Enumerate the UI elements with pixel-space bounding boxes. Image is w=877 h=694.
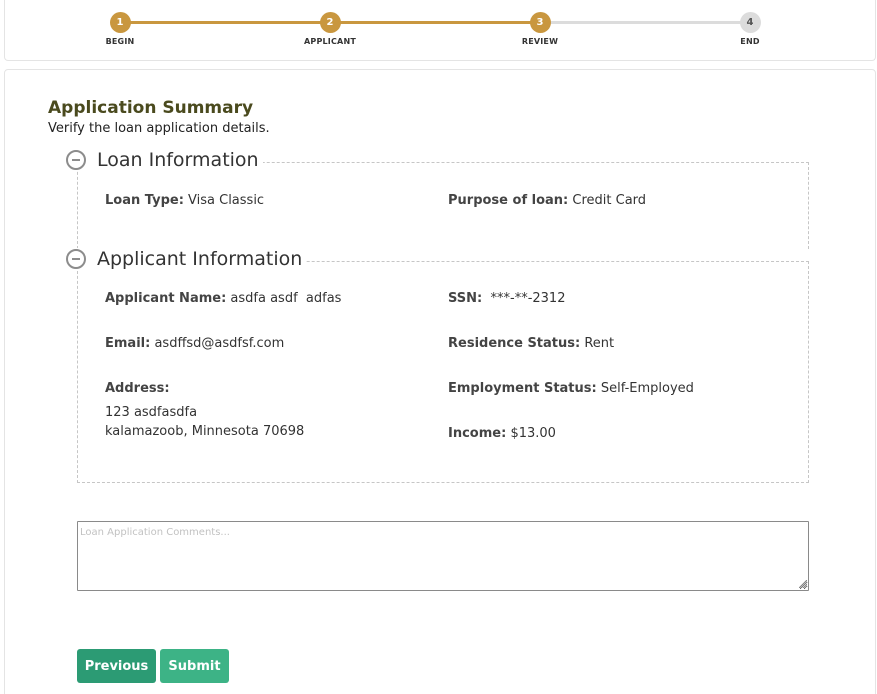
step-label: REVIEW (521, 37, 559, 46)
step-begin: 1 BEGIN (90, 12, 150, 46)
step-review: 3 REVIEW (510, 12, 570, 46)
step-number: 4 (739, 12, 761, 33)
applicant-name-field: Applicant Name: asdfa asdf adfas (105, 291, 341, 306)
page-subtitle: Verify the loan application details. (48, 121, 270, 136)
step-label: END (740, 37, 760, 46)
employment-status-value: Self-Employed (600, 381, 694, 396)
email-label: Email: (105, 336, 151, 351)
residence-status-value: Rent (584, 336, 615, 351)
ssn-label: SSN: (448, 291, 483, 306)
purpose-field: Purpose of loan: Credit Card (448, 193, 646, 208)
loan-type-value: Visa Classic (188, 193, 265, 208)
step-number: 3 (529, 12, 551, 33)
email-value: asdffsd@asdfsf.com (154, 336, 285, 351)
applicant-name-value: asdfa asdf adfas (230, 291, 342, 306)
collapse-minus-icon[interactable] (66, 249, 86, 269)
residence-status-field: Residence Status: Rent (448, 336, 614, 351)
purpose-value: Credit Card (572, 193, 647, 208)
employment-status-label: Employment Status: (448, 381, 597, 396)
address-field: Address: 123 asdfasdfa kalamazoob, Minne… (105, 381, 304, 439)
address-label: Address: (105, 381, 170, 396)
loan-information-legend: Loan Information (66, 149, 263, 171)
progress-tracker: 1 BEGIN 2 APPLICANT 3 REVIEW 4 END (4, 0, 876, 61)
income-field: Income: $13.00 (448, 426, 556, 441)
loan-type-field: Loan Type: Visa Classic (105, 193, 264, 208)
previous-button[interactable]: Previous (77, 649, 156, 683)
address-line-1: 123 asdfasdfa (105, 405, 198, 420)
section-title: Applicant Information (97, 248, 303, 270)
collapse-minus-icon[interactable] (66, 150, 86, 170)
application-summary-card: Application Summary Verify the loan appl… (4, 69, 876, 694)
address-line-2: kalamazoob, Minnesota 70698 (105, 424, 305, 439)
step-label: BEGIN (105, 37, 135, 46)
applicant-information-section: Applicant Information Applicant Name: as… (66, 248, 809, 483)
applicant-information-legend: Applicant Information (66, 248, 307, 270)
ssn-value: ***-**-2312 (490, 291, 566, 306)
submit-button[interactable]: Submit (160, 649, 229, 683)
step-label: APPLICANT (303, 37, 356, 46)
applicant-name-label: Applicant Name: (105, 291, 227, 306)
step-number: 1 (109, 12, 131, 33)
step-end: 4 END (720, 12, 780, 46)
step-number: 2 (319, 12, 341, 33)
section-title: Loan Information (97, 149, 259, 171)
income-label: Income: (448, 426, 507, 441)
loan-type-label: Loan Type: (105, 193, 184, 208)
loan-information-section: Loan Information Loan Type: Visa Classic… (66, 149, 809, 249)
email-field: Email: asdffsd@asdfsf.com (105, 336, 284, 351)
purpose-label: Purpose of loan: (448, 193, 569, 208)
loan-comments-textarea[interactable] (77, 521, 809, 591)
page-title: Application Summary (48, 98, 254, 118)
resize-handle-icon[interactable] (799, 580, 807, 588)
ssn-field: SSN: ***-**-2312 (448, 291, 565, 306)
income-value: $13.00 (510, 426, 556, 441)
step-applicant: 2 APPLICANT (300, 12, 360, 46)
employment-status-field: Employment Status: Self-Employed (448, 381, 694, 396)
residence-status-label: Residence Status: (448, 336, 581, 351)
